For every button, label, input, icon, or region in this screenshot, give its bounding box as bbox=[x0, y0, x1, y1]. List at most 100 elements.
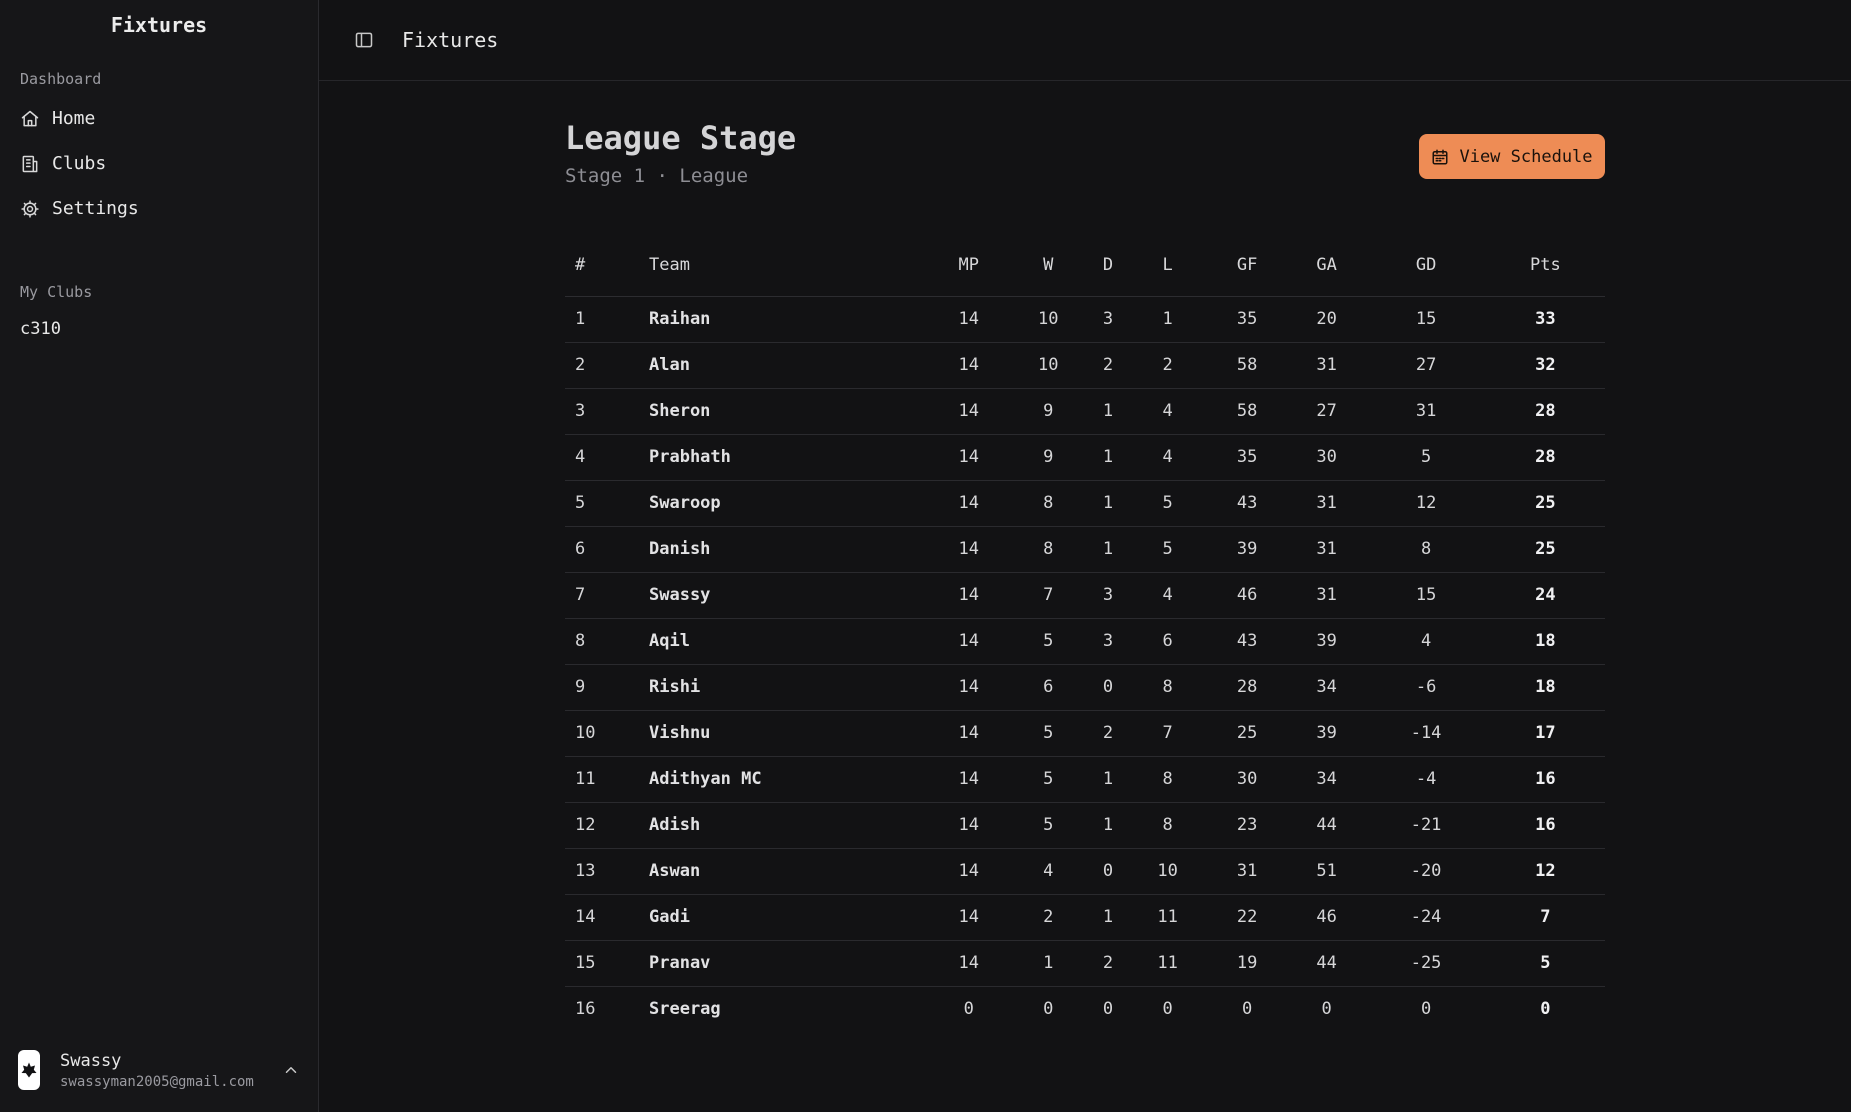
table-row[interactable]: 2 Alan 14 10 2 2 58 31 27 32 bbox=[565, 342, 1605, 389]
table-row[interactable]: 11 Adithyan MC 14 5 1 8 30 34 -4 16 bbox=[565, 756, 1605, 803]
cell-wins: 10 bbox=[1008, 296, 1089, 343]
cell-team: Prabhath bbox=[649, 434, 929, 481]
table-row[interactable]: 3 Sheron 14 9 1 4 58 27 31 28 bbox=[565, 388, 1605, 435]
cell-goal-difference: 8 bbox=[1366, 526, 1486, 573]
cell-draws: 1 bbox=[1088, 802, 1128, 849]
table-row[interactable]: 15 Pranav 14 1 2 11 19 44 -25 5 bbox=[565, 940, 1605, 987]
column-header-losses: L bbox=[1127, 234, 1208, 297]
cell-goals-for: 35 bbox=[1207, 296, 1287, 343]
cell-wins: 10 bbox=[1008, 342, 1089, 389]
table-row[interactable]: 6 Danish 14 8 1 5 39 31 8 25 bbox=[565, 526, 1605, 573]
cell-draws: 1 bbox=[1088, 526, 1128, 573]
table-row[interactable]: 7 Swassy 14 7 3 4 46 31 15 24 bbox=[565, 572, 1605, 619]
cell-position: 16 bbox=[575, 999, 596, 1020]
cell-position: 11 bbox=[565, 756, 649, 803]
cell-goals-against: 31 bbox=[1286, 480, 1367, 527]
table-row[interactable]: 10 Vishnu 14 5 2 7 25 39 -14 17 bbox=[565, 710, 1605, 757]
cell-matches-played: 14 bbox=[929, 894, 1009, 941]
cell-goals-against: 20 bbox=[1286, 296, 1367, 343]
star-badge-icon bbox=[21, 1062, 37, 1078]
cell-wins: 5 bbox=[1008, 756, 1089, 803]
cell-losses: 11 bbox=[1127, 940, 1208, 987]
cell-team: Adish bbox=[649, 802, 929, 849]
cell-wins: 8 bbox=[1008, 480, 1089, 527]
cell-team: Alan bbox=[649, 342, 929, 389]
page-subtitle: Stage 1 · League bbox=[565, 165, 749, 187]
cell-losses: 2 bbox=[1127, 342, 1208, 389]
topbar-title: Fixtures bbox=[402, 28, 499, 52]
sidebar-item-home[interactable]: Home bbox=[8, 96, 310, 141]
cell-position: 14 bbox=[565, 894, 649, 941]
cell-matches-played: 14 bbox=[929, 756, 1009, 803]
sidebar-item-clubs[interactable]: Clubs bbox=[8, 141, 310, 186]
table-row[interactable]: 9 Rishi 14 6 0 8 28 34 -6 18 bbox=[565, 664, 1605, 711]
cell-losses: 0 bbox=[1162, 999, 1173, 1020]
cell-draws: 3 bbox=[1088, 296, 1128, 343]
cell-position: 10 bbox=[565, 710, 649, 757]
cell-matches-played: 14 bbox=[929, 342, 1009, 389]
cell-matches-played: 14 bbox=[929, 940, 1009, 987]
cell-position: 5 bbox=[565, 480, 649, 527]
user-info: Swassy swassyman2005@gmail.com bbox=[60, 1051, 254, 1090]
cell-draws: 3 bbox=[1088, 618, 1128, 665]
cell-goals-for: 35 bbox=[1207, 434, 1287, 481]
cell-goals-against: 27 bbox=[1286, 388, 1367, 435]
cell-goals-against: 31 bbox=[1286, 572, 1367, 619]
cell-wins: 5 bbox=[1008, 710, 1089, 757]
cell-wins: 5 bbox=[1008, 618, 1089, 665]
cell-draws: 2 bbox=[1088, 710, 1128, 757]
cell-team: Gadi bbox=[649, 894, 929, 941]
view-schedule-button[interactable]: View Schedule bbox=[1419, 134, 1605, 179]
cell-losses: 8 bbox=[1127, 802, 1208, 849]
user-menu[interactable]: Swassy swassyman2005@gmail.com bbox=[8, 1042, 310, 1098]
sidebar-toggle-button[interactable] bbox=[349, 25, 379, 55]
cell-goal-difference: 12 bbox=[1366, 480, 1486, 527]
table-row[interactable]: 4 Prabhath 14 9 1 4 35 30 5 28 bbox=[565, 434, 1605, 481]
page-header: League Stage Stage 1 · League View Sched… bbox=[565, 81, 1605, 221]
cell-draws: 0 bbox=[1088, 664, 1128, 711]
sidebar-item-label: Settings bbox=[52, 198, 139, 219]
table-row[interactable]: 8 Aqil 14 5 3 6 43 39 4 18 bbox=[565, 618, 1605, 665]
table-row[interactable]: 14 Gadi 14 2 1 11 22 46 -24 7 bbox=[565, 894, 1605, 941]
cell-wins: 7 bbox=[1008, 572, 1089, 619]
column-header-goals-for: GF bbox=[1207, 234, 1287, 297]
cell-position: 2 bbox=[565, 342, 649, 389]
table-row[interactable]: 5 Swaroop 14 8 1 5 43 31 12 25 bbox=[565, 480, 1605, 527]
cell-team: Sreerag bbox=[649, 999, 721, 1020]
column-header-points: Pts bbox=[1485, 234, 1605, 297]
cell-points: 32 bbox=[1485, 342, 1605, 389]
cell-matches-played: 14 bbox=[929, 296, 1009, 343]
cell-position: 1 bbox=[565, 296, 649, 343]
cell-goal-difference: -24 bbox=[1366, 894, 1486, 941]
sidebar-item-settings[interactable]: Settings bbox=[8, 186, 310, 231]
cell-draws: 2 bbox=[1088, 940, 1128, 987]
table-row[interactable]: 16 Sreerag 0 0 0 0 0 0 0 0 bbox=[565, 986, 1605, 1032]
table-row[interactable]: 1 Raihan 14 10 3 1 35 20 15 33 bbox=[565, 296, 1605, 343]
table-row[interactable]: 13 Aswan 14 4 0 10 31 51 -20 12 bbox=[565, 848, 1605, 895]
cell-losses: 4 bbox=[1127, 434, 1208, 481]
sidebar-club-item[interactable]: c310 bbox=[0, 307, 318, 351]
cell-wins: 2 bbox=[1008, 894, 1089, 941]
cell-goal-difference: -25 bbox=[1366, 940, 1486, 987]
cell-points: 0 bbox=[1540, 999, 1551, 1020]
cell-goals-for: 58 bbox=[1207, 388, 1287, 435]
cell-team: Raihan bbox=[649, 296, 929, 343]
cell-points: 16 bbox=[1485, 756, 1605, 803]
table-row[interactable]: 12 Adish 14 5 1 8 23 44 -21 16 bbox=[565, 802, 1605, 849]
cell-draws: 0 bbox=[1088, 848, 1128, 895]
app-root: Fixtures Dashboard Home Clubs Settings M… bbox=[0, 0, 1851, 1112]
league-content: League Stage Stage 1 · League View Sched… bbox=[565, 81, 1605, 1032]
cell-matches-played: 14 bbox=[929, 572, 1009, 619]
cell-losses: 5 bbox=[1127, 480, 1208, 527]
cell-position: 9 bbox=[565, 664, 649, 711]
standings-body: 1 Raihan 14 10 3 1 35 20 15 33 2 Alan 14 10 2 2 58 31 27 32… bbox=[565, 296, 1605, 1032]
cell-wins: 9 bbox=[1008, 388, 1089, 435]
cell-goal-difference: 5 bbox=[1366, 434, 1486, 481]
sidebar-group-my-clubs: My Clubs bbox=[20, 283, 93, 301]
cell-losses: 7 bbox=[1127, 710, 1208, 757]
main-area: Fixtures League Stage Stage 1 · League V… bbox=[319, 0, 1851, 1112]
cell-goal-difference: 15 bbox=[1366, 296, 1486, 343]
standings-header: # Team MP W D L GF GA GD Pts bbox=[565, 234, 1605, 297]
cell-wins: 8 bbox=[1008, 526, 1089, 573]
building-icon bbox=[22, 155, 38, 172]
